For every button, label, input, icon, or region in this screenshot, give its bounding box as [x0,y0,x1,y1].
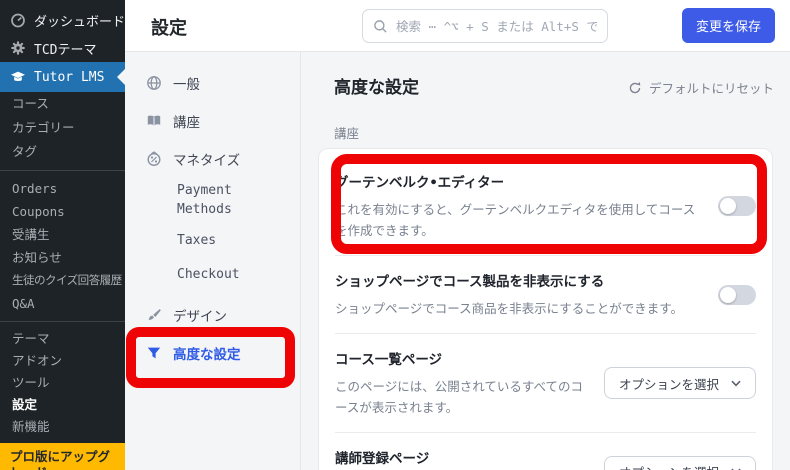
sidebar-subitem-coupons[interactable]: Coupons [0,200,125,223]
paintbrush-icon [146,307,162,323]
settings-nav: 一般 講座 マネタイズ Payment Methods Taxes Checko… [125,52,301,470]
setting-row-course-list-page: コース一覧ページ このページには、公開されているすべてのコースが表示されます。 … [319,334,772,432]
setting-description: これを有効にすると、グーテンベルクエディタを使用してコースを作成できます。 [335,202,696,238]
sidebar-item-dashboard[interactable]: ダッシュボード [0,6,125,34]
settings-nav-label: 一般 [173,77,200,93]
sidebar-subitem-categories[interactable]: カテゴリー [0,116,125,140]
search-icon [373,19,388,34]
sidebar-subitem-addons[interactable]: アドオン [0,350,125,372]
settings-nav-payment-methods[interactable]: Payment Methods [125,181,265,219]
gutenberg-editor-toggle[interactable] [718,196,756,216]
sidebar-subitem-orders[interactable]: Orders [0,177,125,200]
sidebar-subitem-tags[interactable]: タグ [0,140,125,164]
hide-course-products-toggle[interactable] [718,284,756,305]
setting-title: グーテンベルク•エディター [335,175,505,191]
settings-nav-monetization[interactable]: マネタイズ [125,143,300,175]
sidebar-item-tcd-theme[interactable]: TCDテーマ [0,34,125,62]
settings-nav-label: 講座 [173,115,200,131]
settings-nav-advanced[interactable]: 高度な設定 [125,337,300,369]
sidebar-item-label: Tutor LMS [34,69,105,85]
sidebar-item-label: TCDテーマ [34,42,97,58]
money-percent-icon [146,151,162,167]
sidebar-divider [0,170,125,171]
select-value: オプションを選択 [618,376,719,392]
settings-search-box [362,9,608,43]
reset-icon [628,81,642,95]
advanced-settings-panel: 高度な設定 デフォルトにリセット 講座 グーテンベルク•エディター これを有効に… [301,52,790,470]
setting-title: ショップページでコース製品を非表示にする [335,274,605,290]
page-title: 設定 [151,18,187,39]
setting-title: 講師登録ページ [335,451,430,467]
panel-heading: 高度な設定 [334,78,419,98]
setting-title: コース一覧ページ [335,352,443,368]
setting-row-gutenberg-editor: グーテンベルク•エディター これを有効にすると、グーテンベルクエディタを使用して… [319,149,772,255]
instructor-registration-page-select[interactable]: オプションを選択 [603,455,756,470]
settings-nav-taxes[interactable]: Taxes [125,231,300,251]
book-icon [146,113,162,129]
settings-nav-label: 高度な設定 [173,347,241,363]
settings-nav-general[interactable]: 一般 [125,67,300,99]
speedometer-icon [10,12,26,28]
funnel-filter-icon [146,345,162,361]
setting-description: このページには、公開されているすべてのコースが表示されます。 [335,379,584,415]
topbar: 設定 変更を保存 [125,0,790,52]
sidebar-subitem-students[interactable]: 受講生 [0,223,125,246]
course-list-page-select[interactable]: オプションを選択 [603,367,756,399]
sidebar-item-upgrade-to-pro[interactable]: プロ版にアップグレード [0,443,125,470]
settings-nav-courses[interactable]: 講座 [125,105,300,137]
section-label: 講座 [334,126,360,141]
active-menu-arrow [117,69,125,85]
sidebar-subitem-tools[interactable]: ツール [0,372,125,394]
settings-nav-design[interactable]: デザイン [125,299,300,331]
save-changes-button[interactable]: 変更を保存 [682,8,775,43]
settings-card: グーテンベルク•エディター これを有効にすると、グーテンベルクエディタを使用して… [318,148,773,470]
chevron-down-icon [731,380,741,387]
wp-admin-sidebar: ダッシュボード TCDテーマ Tutor LMS コース カテゴリー タグ Or… [0,0,125,470]
sidebar-item-label: ダッシュボード [34,14,126,30]
setting-description: ショップページでコース商品を非表示にすることができます。 [335,301,684,316]
tutor-lms-logo-icon [10,69,26,85]
sidebar-subitem-courses[interactable]: コース [0,92,125,116]
setting-row-instructor-registration-page: 講師登録ページ 講師登録のページを選択します。 オプションを選択 [319,433,772,470]
settings-nav-checkout[interactable]: Checkout [125,265,300,285]
sidebar-subitem-theme[interactable]: テーマ [0,328,125,350]
sidebar-subitem-qa[interactable]: Q&A [0,292,125,315]
settings-nav-label: デザイン [173,309,227,325]
search-input[interactable] [396,18,597,34]
settings-nav-label: マネタイズ [173,153,241,169]
gear-icon [10,40,26,56]
sidebar-subitem-quiz-attempts[interactable]: 生徒のクイズ回答履歴 [0,269,125,292]
sidebar-subitem-settings[interactable]: 設定 [0,394,125,416]
reset-to-default-link[interactable]: デフォルトにリセット [628,78,774,97]
reset-label: デフォルトにリセット [648,81,774,96]
sidebar-item-tutor-lms[interactable]: Tutor LMS [0,62,125,92]
sidebar-subitem-announcements[interactable]: お知らせ [0,246,125,269]
select-value: オプションを選択 [619,462,719,470]
sidebar-subitem-whats-new[interactable]: 新機能 [0,416,125,438]
sidebar-divider [0,321,125,322]
setting-row-hide-course-products: ショップページでコース製品を非表示にする ショップページでコース商品を非表示にす… [319,256,772,333]
globe-icon [146,75,162,91]
